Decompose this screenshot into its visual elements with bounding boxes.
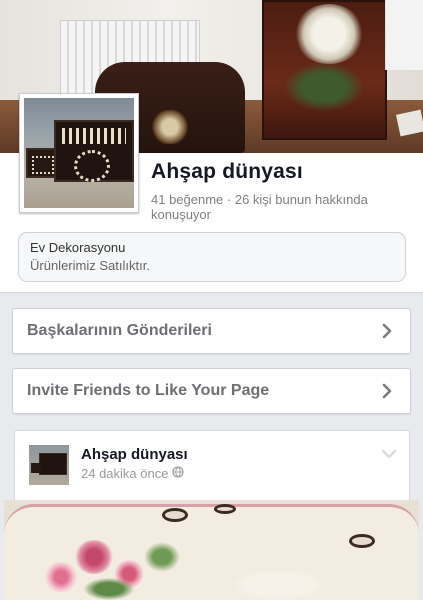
post-photo-tray-handle: [214, 504, 236, 514]
chevron-right-icon: [378, 382, 396, 400]
post-photo-flower: [44, 562, 78, 592]
page-stats[interactable]: 41 beğenme · 26 kişi bunun hakkında konu…: [151, 192, 391, 222]
profile-picture[interactable]: [19, 93, 139, 213]
post-time-text: 24 dakika önce: [81, 466, 169, 481]
page-description: Ürünlerimiz Satılıktır.: [30, 258, 150, 273]
post-photo-leaves: [84, 578, 134, 600]
others-posts-label: Başkalarının Gönderileri: [27, 322, 212, 339]
post-photo-flower: [74, 540, 114, 574]
post-author-name[interactable]: Ahşap dünyası: [81, 446, 188, 463]
others-posts-row[interactable]: Başkalarının Gönderileri: [12, 308, 411, 354]
post-photo-tray-handle: [162, 508, 188, 522]
post-photo-tray-handle: [349, 534, 375, 548]
cover-shelf: [385, 0, 423, 70]
invite-friends-label: Invite Friends to Like Your Page: [27, 382, 270, 399]
globe-icon: [172, 466, 185, 481]
post-photo[interactable]: [4, 500, 419, 600]
post-timestamp[interactable]: 24 dakika önce: [81, 466, 185, 481]
about-box[interactable]: Ev Dekorasyonu Ürünlerimiz Satılıktır.: [18, 232, 406, 282]
page-category: Ev Dekorasyonu: [30, 240, 126, 255]
cover-painted-panel: [262, 0, 387, 140]
page-title[interactable]: Ahşap dünyası: [151, 160, 303, 184]
chevron-right-icon: [378, 322, 396, 340]
profile-picture-box-large: [54, 120, 134, 182]
cover-papers: [395, 109, 423, 137]
post-author-avatar[interactable]: [29, 445, 69, 485]
chevron-down-icon[interactable]: [381, 447, 397, 459]
profile-picture-image: [24, 98, 134, 208]
post-photo-highlight: [234, 570, 324, 600]
invite-friends-row[interactable]: Invite Friends to Like Your Page: [12, 368, 411, 414]
profile-picture-box-small: [26, 148, 56, 178]
post-photo-leaves: [144, 542, 180, 572]
